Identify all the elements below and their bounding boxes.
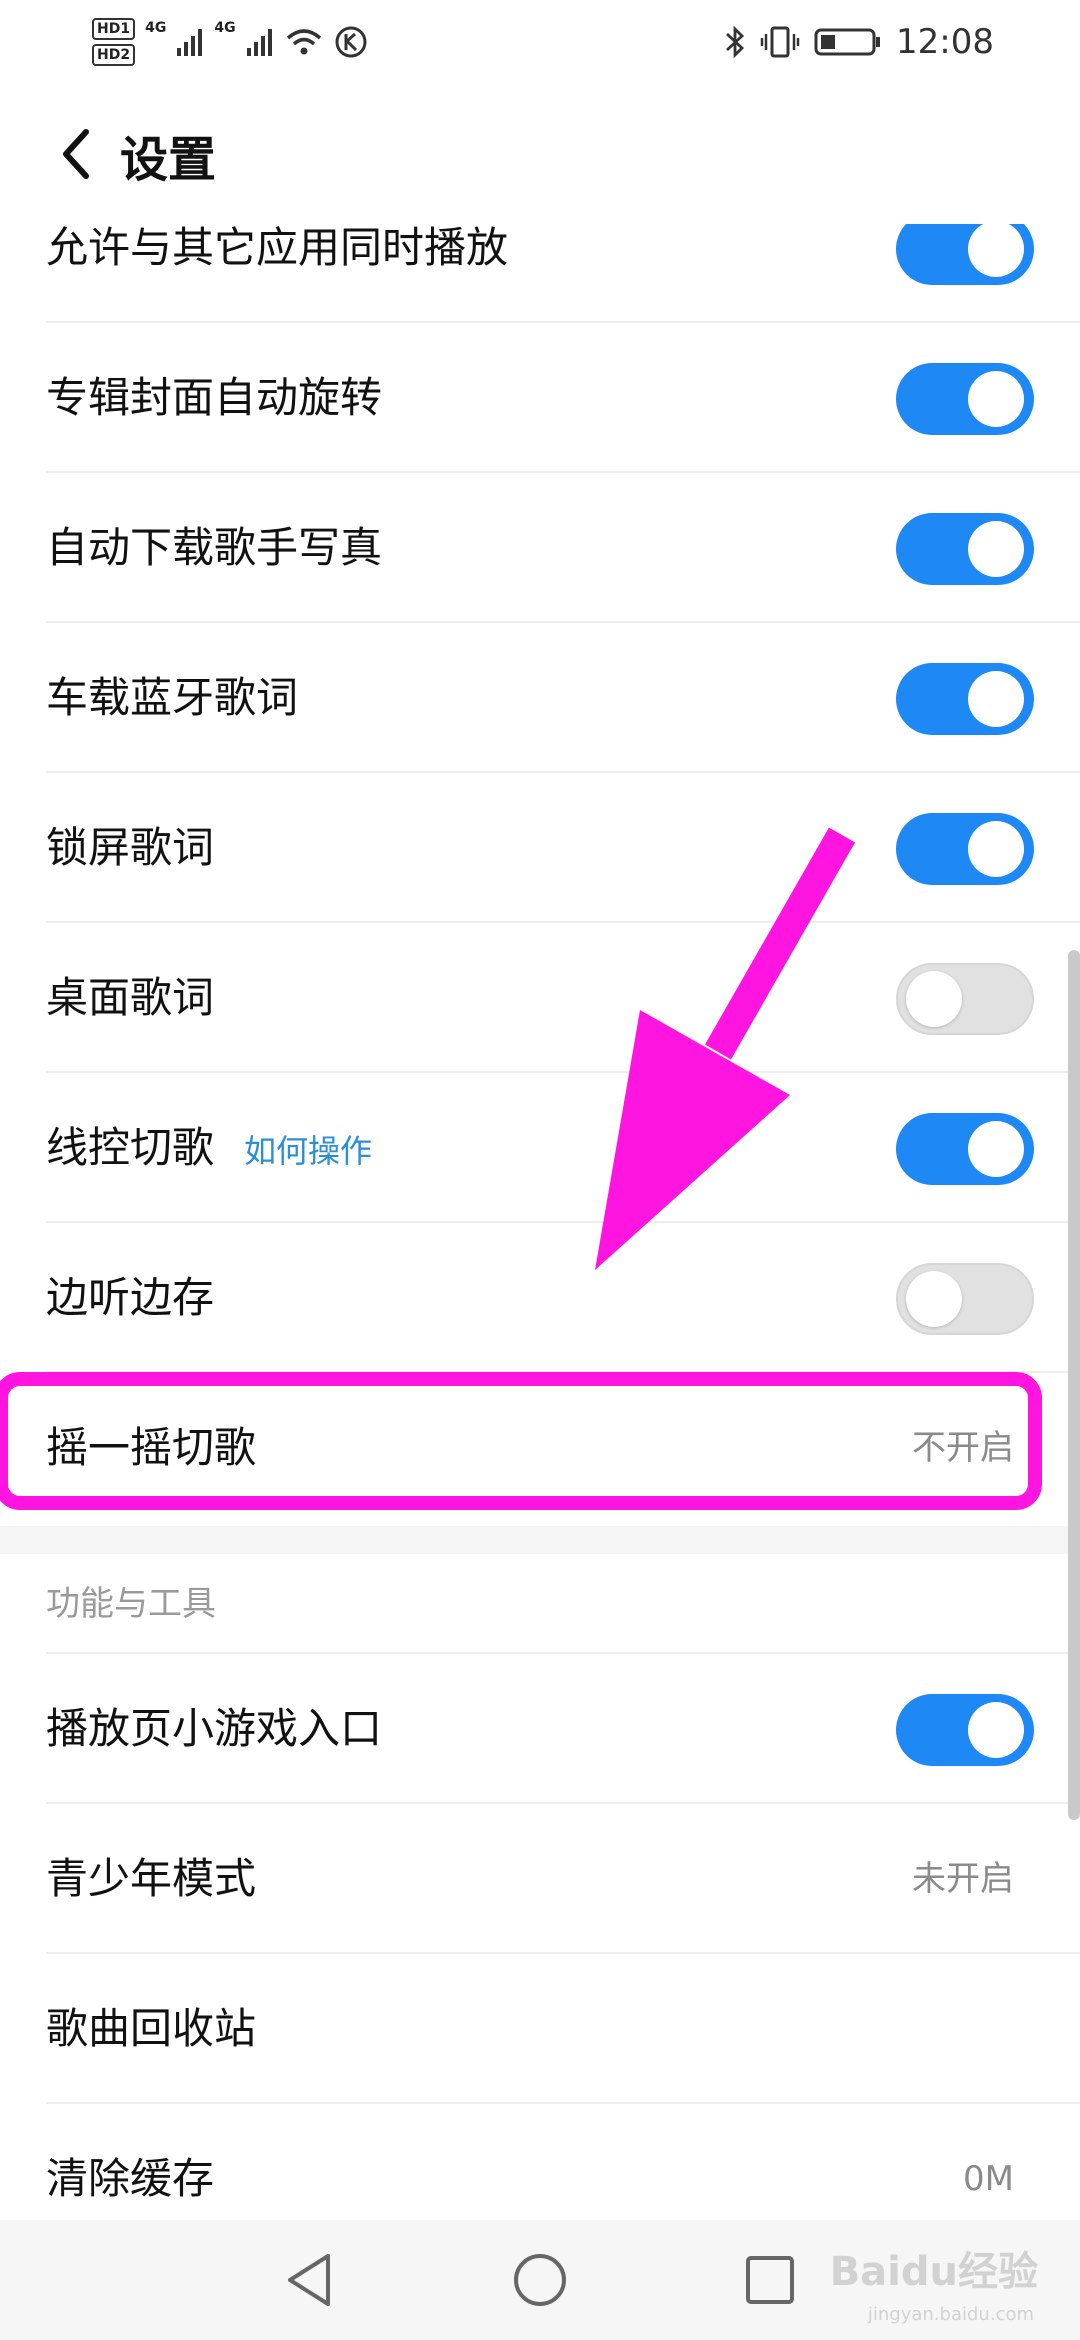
signal-icon: [177, 29, 203, 56]
system-nav-bar: Baidu经验 jingyan.baidu.com: [0, 2220, 1080, 2340]
wifi-icon: [286, 29, 321, 55]
toggle-switch[interactable]: [896, 813, 1034, 885]
toggle-knob: [968, 221, 1024, 277]
nav-recents-icon[interactable]: [738, 2248, 802, 2312]
toggle-knob: [968, 821, 1024, 877]
setting-row-listen-save[interactable]: 边听边存: [0, 1223, 1080, 1373]
status-left: HD1 HD2 4G 4G: [92, 14, 368, 70]
annotation-highlight-box: [0, 1372, 1042, 1510]
toggle-switch[interactable]: [896, 1263, 1034, 1335]
toggle-switch[interactable]: [896, 513, 1034, 585]
hd2-badge: HD2: [92, 44, 136, 66]
how-to-link[interactable]: 如何操作: [244, 1132, 372, 1170]
setting-row-wire-control[interactable]: 线控切歌 如何操作: [0, 1073, 1080, 1223]
setting-value: 未开启: [912, 1859, 1014, 1899]
toggle-knob: [968, 1121, 1024, 1177]
section-header: 功能与工具: [0, 1554, 1080, 1654]
nav-back-icon[interactable]: [278, 2248, 342, 2312]
k-app-icon: [335, 26, 367, 58]
setting-label: 自动下载歌手写真: [46, 523, 383, 572]
setting-label-text: 线控切歌: [46, 1123, 215, 1172]
setting-row-car-lyrics[interactable]: 车载蓝牙歌词: [0, 623, 1080, 773]
battery-icon: [814, 28, 881, 56]
toggle-knob: [968, 671, 1024, 727]
status-right: 12:08: [724, 14, 994, 70]
setting-row-artist-photo[interactable]: 自动下载歌手写真: [0, 473, 1080, 623]
watermark-url: jingyan.baidu.com: [867, 2304, 1034, 2325]
toggle-switch[interactable]: [896, 963, 1034, 1035]
hd1-badge: HD1: [92, 18, 136, 40]
setting-label: 线控切歌 如何操作: [46, 1073, 372, 1223]
toggle-knob: [906, 1271, 962, 1327]
toggle-knob: [906, 971, 962, 1027]
setting-label: 边听边存: [46, 1273, 215, 1322]
scrollbar[interactable]: [1068, 950, 1080, 1820]
hd-indicator: HD1 HD2: [92, 18, 136, 66]
page-header: 设置: [0, 84, 1080, 224]
toggle-knob: [968, 1702, 1024, 1758]
vibrate-icon: [760, 26, 800, 58]
status-time: 12:08: [896, 22, 994, 62]
setting-label: 播放页小游戏入口: [46, 1704, 383, 1753]
toggle-knob: [968, 521, 1024, 577]
toggle-switch[interactable]: [896, 1694, 1034, 1766]
signal-icon: [246, 29, 272, 56]
setting-label: 青少年模式: [46, 1854, 257, 1903]
chevron-left-icon: [63, 129, 89, 179]
section-title: 功能与工具: [46, 1584, 216, 1624]
setting-row-teen-mode[interactable]: 青少年模式 未开启: [0, 1804, 1080, 1954]
setting-row-desktop-lyrics[interactable]: 桌面歌词: [0, 923, 1080, 1073]
setting-row-recycle-bin[interactable]: 歌曲回收站: [0, 1954, 1080, 2104]
network-type-2: 4G: [214, 20, 236, 36]
setting-row-minigame-entry[interactable]: 播放页小游戏入口: [0, 1654, 1080, 1804]
toggle-switch[interactable]: [896, 363, 1034, 435]
status-bar: HD1 HD2 4G 4G 12:08: [0, 0, 1080, 84]
page-title: 设置: [120, 132, 217, 188]
setting-row-lockscreen-lyrics[interactable]: 锁屏歌词: [0, 773, 1080, 923]
toggle-switch[interactable]: [896, 1113, 1034, 1185]
screen: { "status_bar": { "time": "12:08", "hd1"…: [0, 0, 1080, 2340]
setting-label: 锁屏歌词: [46, 823, 215, 872]
setting-label: 车载蓝牙歌词: [46, 673, 299, 722]
watermark-brand: Baidu经验: [829, 2249, 1038, 2295]
back-button[interactable]: [40, 118, 112, 190]
setting-label: 专辑封面自动旋转: [46, 373, 383, 422]
setting-label: 歌曲回收站: [46, 2004, 257, 2053]
network-type-1: 4G: [145, 20, 167, 36]
toggle-knob: [968, 371, 1024, 427]
setting-label: 桌面歌词: [46, 973, 215, 1022]
toggle-switch[interactable]: [896, 663, 1034, 735]
section-gap: [0, 1526, 1080, 1554]
bluetooth-icon: [726, 25, 745, 59]
setting-row-cover-rotate[interactable]: 专辑封面自动旋转: [0, 323, 1080, 473]
nav-home-icon[interactable]: [508, 2248, 572, 2312]
